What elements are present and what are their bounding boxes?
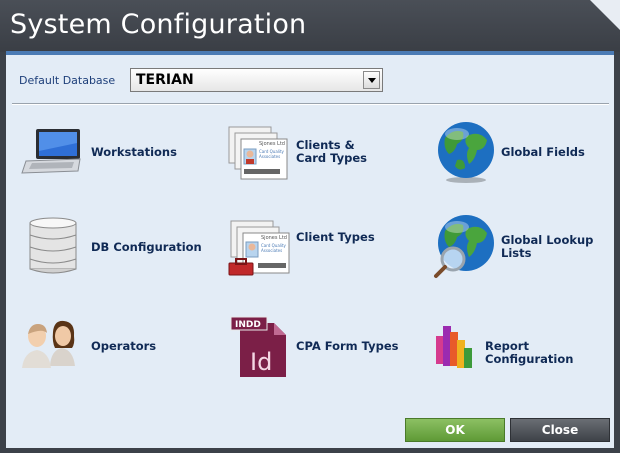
db-configuration-item[interactable]: DB Configuration (28, 217, 208, 277)
client-types-item[interactable]: Sjones Ltd Card Quality Associates Clien… (228, 220, 408, 280)
window-title: System Configuration (10, 9, 307, 40)
default-database-value: TERIAN (136, 72, 194, 88)
ok-button[interactable]: OK (405, 418, 505, 442)
svg-text:Sjones Ltd: Sjones Ltd (259, 141, 285, 147)
cpa-form-types-item[interactable]: INDD Id CPA Form Types (230, 315, 410, 381)
title-bar: System Configuration (0, 0, 620, 52)
database-icon (29, 217, 77, 274)
window-corner (590, 0, 620, 30)
id-cards-toolbox-icon: Sjones Ltd Card Quality Associates (228, 220, 290, 276)
globe-icon (438, 122, 494, 183)
global-lookup-lists-item[interactable]: Global Lookup Lists (433, 213, 613, 281)
indesign-file-icon: INDD Id (230, 316, 286, 377)
workstations-label: Workstations (91, 145, 177, 159)
bar-chart-icon (436, 326, 472, 368)
report-configuration-item[interactable]: Report Configuration (435, 320, 615, 380)
id-cards-icon: Sjones Ltd Card Quality Associates (228, 126, 288, 180)
global-fields-label: Global Fields (501, 145, 585, 159)
svg-text:Associates: Associates (261, 248, 282, 253)
laptop-icon (21, 129, 81, 174)
svg-text:INDD: INDD (235, 320, 261, 330)
default-database-label: Default Database (19, 74, 116, 87)
close-button[interactable]: Close (510, 418, 610, 442)
clients-card-types-item[interactable]: Sjones Ltd Card Quality Associates Clien… (228, 125, 408, 185)
config-panel: Default Database TERIAN Workstations Sjo… (6, 55, 614, 448)
operators-label: Operators (91, 339, 157, 353)
users-icon (22, 320, 75, 368)
svg-text:Id: Id (250, 348, 272, 376)
cpa-form-types-label: CPA Form Types (296, 339, 399, 353)
global-lookup-lists-label: Global Lookup Lists (501, 233, 594, 260)
workstations-item[interactable]: Workstations (20, 125, 200, 185)
svg-text:Associates: Associates (259, 154, 280, 159)
dropdown-arrow-icon[interactable] (363, 71, 380, 89)
clients-card-types-label: Clients & Card Types (296, 138, 367, 165)
globe-magnifier-icon (434, 215, 494, 278)
global-fields-item[interactable]: Global Fields (435, 120, 613, 186)
db-configuration-label: DB Configuration (91, 240, 202, 254)
client-types-label: Client Types (296, 230, 375, 244)
svg-text:Sjones Ltd: Sjones Ltd (261, 235, 287, 241)
operators-item[interactable]: Operators (22, 318, 202, 378)
default-database-select[interactable]: TERIAN (130, 68, 383, 92)
report-configuration-label: Report Configuration (485, 339, 574, 366)
divider (12, 103, 609, 105)
